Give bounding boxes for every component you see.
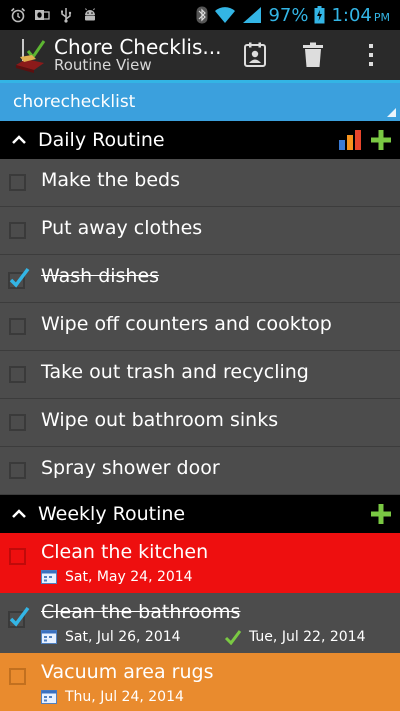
clock-time: 1:04 xyxy=(331,4,372,26)
app-subtitle: Routine View xyxy=(54,55,152,74)
completed-date-text: Tue, Jul 22, 2014 xyxy=(249,629,366,645)
spinner-value: chorechecklist xyxy=(13,92,136,112)
trash-icon xyxy=(303,42,323,67)
completed-date: Tue, Jul 22, 2014 xyxy=(224,629,366,645)
checkbox[interactable] xyxy=(9,174,26,191)
android-icon xyxy=(85,8,95,21)
list-item[interactable]: Put away clothes xyxy=(0,207,400,255)
calendar-contact-button[interactable] xyxy=(226,30,284,80)
list-item[interactable]: Make the beds xyxy=(0,159,400,207)
add-item-icon[interactable] xyxy=(370,129,392,151)
app-logo-icon[interactable] xyxy=(10,35,50,75)
calendar-icon xyxy=(41,690,57,704)
battery-icon xyxy=(314,6,325,24)
due-date-text: Sat, Jul 26, 2014 xyxy=(65,629,181,645)
checkbox[interactable] xyxy=(9,366,26,383)
overflow-menu-icon xyxy=(369,44,373,66)
section-label-weekly: Weekly Routine xyxy=(38,503,186,525)
clock: 1:04 PM xyxy=(331,5,390,26)
outlook-icon xyxy=(35,10,50,20)
calendar-icon xyxy=(41,630,57,644)
calendar-contact-icon xyxy=(244,42,266,67)
overflow-menu-button[interactable] xyxy=(342,30,400,80)
battery-percent: 97% xyxy=(268,4,309,26)
list-item-label: Make the beds xyxy=(41,169,181,191)
due-date-text: Sat, May 24, 2014 xyxy=(65,569,193,585)
checkbox[interactable] xyxy=(9,548,26,565)
checklist-spinner[interactable]: chorechecklist xyxy=(0,83,400,121)
due-date: Sat, May 24, 2014 xyxy=(41,569,193,585)
list-item[interactable]: Clean the bathrooms Sat, Jul 26, 2014 Tu… xyxy=(0,593,400,653)
section-header-weekly[interactable]: Weekly Routine xyxy=(0,495,400,533)
list-item[interactable]: Wipe out bathroom sinks xyxy=(0,399,400,447)
status-bar: 97% 1:04 PM xyxy=(0,0,400,30)
spinner-arrow-icon xyxy=(387,108,396,117)
list-item-label: Spray shower door xyxy=(41,457,220,479)
list-item-label: Take out trash and recycling xyxy=(41,361,309,383)
delete-button[interactable] xyxy=(284,30,342,80)
checkbox[interactable] xyxy=(9,414,26,431)
list-item[interactable]: Spray shower door xyxy=(0,447,400,495)
list-item[interactable]: Wash dishes xyxy=(0,255,400,303)
due-date: Sat, Jul 26, 2014 xyxy=(41,629,181,645)
add-item-icon[interactable] xyxy=(370,503,392,525)
signal-icon xyxy=(243,7,262,23)
section-label-daily: Daily Routine xyxy=(38,129,165,151)
list-item-label: Wipe off counters and cooktop xyxy=(41,313,332,335)
list-item[interactable]: Clean the kitchen Sat, May 24, 2014 xyxy=(0,533,400,593)
action-bar: Chore Checklis... Routine View xyxy=(0,30,400,80)
list-item-label: Put away clothes xyxy=(41,217,203,239)
due-date: Thu, Jul 24, 2014 xyxy=(41,689,184,705)
list-item-label: Wash dishes xyxy=(41,265,160,287)
section-header-daily[interactable]: Daily Routine xyxy=(0,121,400,159)
chevron-up-icon[interactable] xyxy=(8,503,30,525)
checkbox[interactable] xyxy=(9,222,26,239)
checkmark-icon xyxy=(224,630,242,645)
alarm-icon xyxy=(10,7,26,23)
list-item-label: Vacuum area rugs xyxy=(41,661,214,683)
wifi-icon xyxy=(215,7,236,23)
list-item[interactable]: Wipe off counters and cooktop xyxy=(0,303,400,351)
list-item-label: Clean the kitchen xyxy=(41,541,209,563)
checkbox-checked-icon[interactable] xyxy=(6,604,32,630)
list-item-label: Wipe out bathroom sinks xyxy=(41,409,279,431)
stats-chart-icon[interactable] xyxy=(338,129,362,151)
clock-ampm: PM xyxy=(373,10,390,24)
list-item-label: Clean the bathrooms xyxy=(41,601,241,623)
checkbox[interactable] xyxy=(9,318,26,335)
list-item[interactable]: Take out trash and recycling xyxy=(0,351,400,399)
list-item[interactable]: Vacuum area rugs Thu, Jul 24, 2014 xyxy=(0,653,400,711)
chevron-up-icon[interactable] xyxy=(8,129,30,151)
due-date-text: Thu, Jul 24, 2014 xyxy=(65,689,184,705)
app-title: Chore Checklis... xyxy=(54,34,222,59)
checkbox[interactable] xyxy=(9,462,26,479)
usb-icon xyxy=(61,8,72,23)
calendar-icon xyxy=(41,570,57,584)
checkbox-checked-icon[interactable] xyxy=(6,265,32,291)
bluetooth-icon xyxy=(196,6,208,24)
checkbox[interactable] xyxy=(9,668,26,685)
